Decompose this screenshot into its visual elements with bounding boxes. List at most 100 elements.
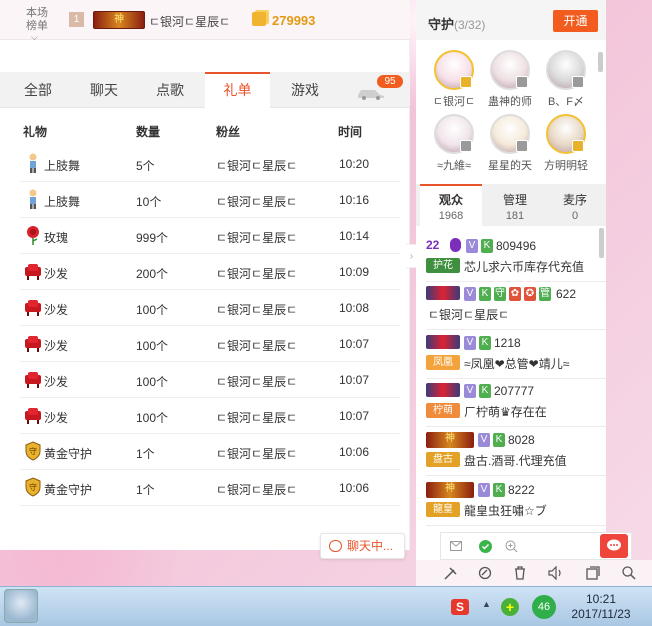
audience-scrollbar[interactable] [599,228,604,258]
header-qty: 数量 [136,125,161,139]
zoom-in-icon[interactable] [505,540,518,553]
gift-qty: 10个 [136,195,162,209]
send-message-button[interactable] [600,534,628,558]
vip-icon: V [464,384,476,398]
list-item[interactable]: 神 V K 8222 龍皇 龍皇虫狂嘯☆ブ [426,480,606,526]
taskbar-date: 2017/11/23 [571,607,631,621]
gift-qty: 100个 [136,375,169,389]
taskbar-clock[interactable]: 10:21 2017/11/23 [565,592,637,622]
svg-text:守: 守 [29,482,37,492]
k-icon: K [479,287,491,301]
tab-audience[interactable]: 观众 1968 [420,184,482,226]
fan-name[interactable]: ㄷ银河ㄷ星辰ㄷ [216,193,297,210]
rank-badge: 神 [93,11,145,29]
volume-icon[interactable] [548,566,563,580]
open-guard-button[interactable]: 开通 [553,10,598,32]
rank-user[interactable]: ㄷ银河ㄷ星辰ㄷ [149,13,230,30]
gift-name: 沙发 [44,411,69,425]
table-row: 上肢舞 10个 ㄷ银河ㄷ星辰ㄷ 10:16 [20,182,400,218]
tab-gift-list[interactable]: 礼单 [205,72,270,109]
guard-name[interactable]: ㄷ银河ㄷ [428,93,480,109]
security-plus-icon[interactable]: + [501,598,519,616]
guard-scrollbar[interactable] [598,52,603,72]
window-icon[interactable] [586,566,600,580]
guard-name[interactable]: 蛊神的师 [484,93,536,109]
gift-time: 10:16 [339,193,370,207]
fan-name[interactable]: ㄷ银河ㄷ星辰ㄷ [216,157,297,174]
guard-name[interactable]: 方明明轻 [540,157,592,173]
list-item[interactable]: 22 V K 809496 护花 芯儿求六币库存代充值 [426,236,606,282]
right-panel: 守护(3/32) 开通 ㄷ银河ㄷ 蛊神的师 B、F〆 ≈九維≈ 星星的天 方明明轻 观众 … [416,0,606,560]
tab-mic-queue[interactable]: 麦序 0 [544,184,606,226]
gift-time: 10:08 [339,301,370,315]
table-row: 玫瑰 999个 ㄷ银河ㄷ星辰ㄷ 10:14 [20,218,400,254]
tab-mic-queue-count: 0 [571,210,579,222]
tab-admin[interactable]: 管理 181 [484,184,546,226]
guard-name[interactable]: 星星的天 [484,157,536,173]
gift-time: 10:14 [339,229,370,243]
fan-name[interactable]: ㄷ银河ㄷ星辰ㄷ [216,265,297,282]
chatting-label: 聊天中... [347,539,394,553]
ime-icon[interactable]: S [451,599,469,615]
rank-badge: 神 [426,432,474,448]
audience-tabs: 观众 1968 管理 181 麦序 0 [416,184,606,226]
check-icon[interactable] [479,540,492,553]
pin-icon[interactable] [444,566,458,580]
chevron-down-icon[interactable]: ⌵ [31,33,38,42]
guard-name[interactable]: B、F〆 [540,93,592,109]
guard-name[interactable]: ≈九維≈ [428,157,480,173]
notification-badge[interactable]: 46 [532,595,556,619]
tab-admin-label: 管理 [502,193,527,207]
search-icon[interactable] [622,566,636,580]
fan-name[interactable]: ㄷ银河ㄷ星辰ㄷ [216,481,297,498]
fan-name[interactable]: ㄷ银河ㄷ星辰ㄷ [216,373,297,390]
fan-name[interactable]: ㄷ银河ㄷ星辰ㄷ [216,229,297,246]
gift-name: 沙发 [44,267,69,281]
rank-label[interactable]: 本场榜单 [22,7,52,33]
list-item[interactable]: V K 207777 柠萌 ㄏ柠萌♛存在在 [426,381,606,427]
user-id: 8028 [508,433,535,447]
gift-name: 沙发 [44,303,69,317]
chatting-button[interactable]: 聊天中... [320,533,405,559]
tray-expand-icon[interactable]: ▲ [482,599,491,609]
table-row: 沙发 100个 ㄷ银河ㄷ星辰ㄷ 10:07 [20,362,400,398]
user-id: 1218 [494,336,521,350]
table-row: 守黄金守护 1个 ㄷ银河ㄷ星辰ㄷ 10:06 [20,434,400,470]
mail-icon[interactable] [450,541,462,551]
gift-name: 玫瑰 [44,231,69,245]
user-id: 809496 [496,239,537,253]
guard-icon: 守 [494,287,506,301]
svg-text:守: 守 [29,446,37,456]
table-row: 沙发 200个 ㄷ银河ㄷ星辰ㄷ 10:09 [20,254,400,290]
table-row: 沙发 100个 ㄷ银河ㄷ星辰ㄷ 10:08 [20,290,400,326]
list-item[interactable]: V K 守 ✿ ✪ 管 622 ㄷ银河ㄷ星辰ㄷ [426,284,606,330]
gift-time: 10:07 [339,337,370,351]
tab-chat[interactable]: 聊天 [74,72,134,108]
guard-shield-icon [516,76,528,88]
guard-shield-icon [572,76,584,88]
list-item[interactable]: 神 V K 8028 盘古 盘古.酒哥.代理充值 [426,430,606,476]
gift-qty: 200个 [136,267,169,281]
tab-admin-count: 181 [505,210,525,222]
fan-name[interactable]: ㄷ银河ㄷ星辰ㄷ [216,409,297,426]
message-icon [607,539,621,551]
car-icon[interactable] [355,86,387,100]
tab-all[interactable]: 全部 [8,72,68,108]
tab-games[interactable]: 游戏 [275,72,335,108]
list-item[interactable]: V K 1218 凤凰 ≈凤凰❤总管❤靖儿≈ [426,333,606,379]
fan-name[interactable]: ㄷ银河ㄷ星辰ㄷ [216,301,297,318]
refresh-icon[interactable] [478,566,492,580]
trash-icon[interactable] [514,566,526,580]
user-message: ㄏ柠萌♛存在在 [464,405,547,419]
gift-time: 10:09 [339,265,370,279]
header-gift: 礼物 [23,125,48,139]
taskbar-avatar[interactable] [4,589,38,623]
fan-name[interactable]: ㄷ银河ㄷ星辰ㄷ [216,337,297,354]
tab-audience-label: 观众 [438,193,463,207]
vip-icon: V [478,433,490,447]
fan-name[interactable]: ㄷ银河ㄷ星辰ㄷ [216,445,297,462]
gift-qty: 1个 [136,483,155,497]
tab-song[interactable]: 点歌 [140,72,200,108]
user-message: 龍皇虫狂嘯☆ブ [464,504,547,518]
rank-score: 279993 [272,13,316,28]
